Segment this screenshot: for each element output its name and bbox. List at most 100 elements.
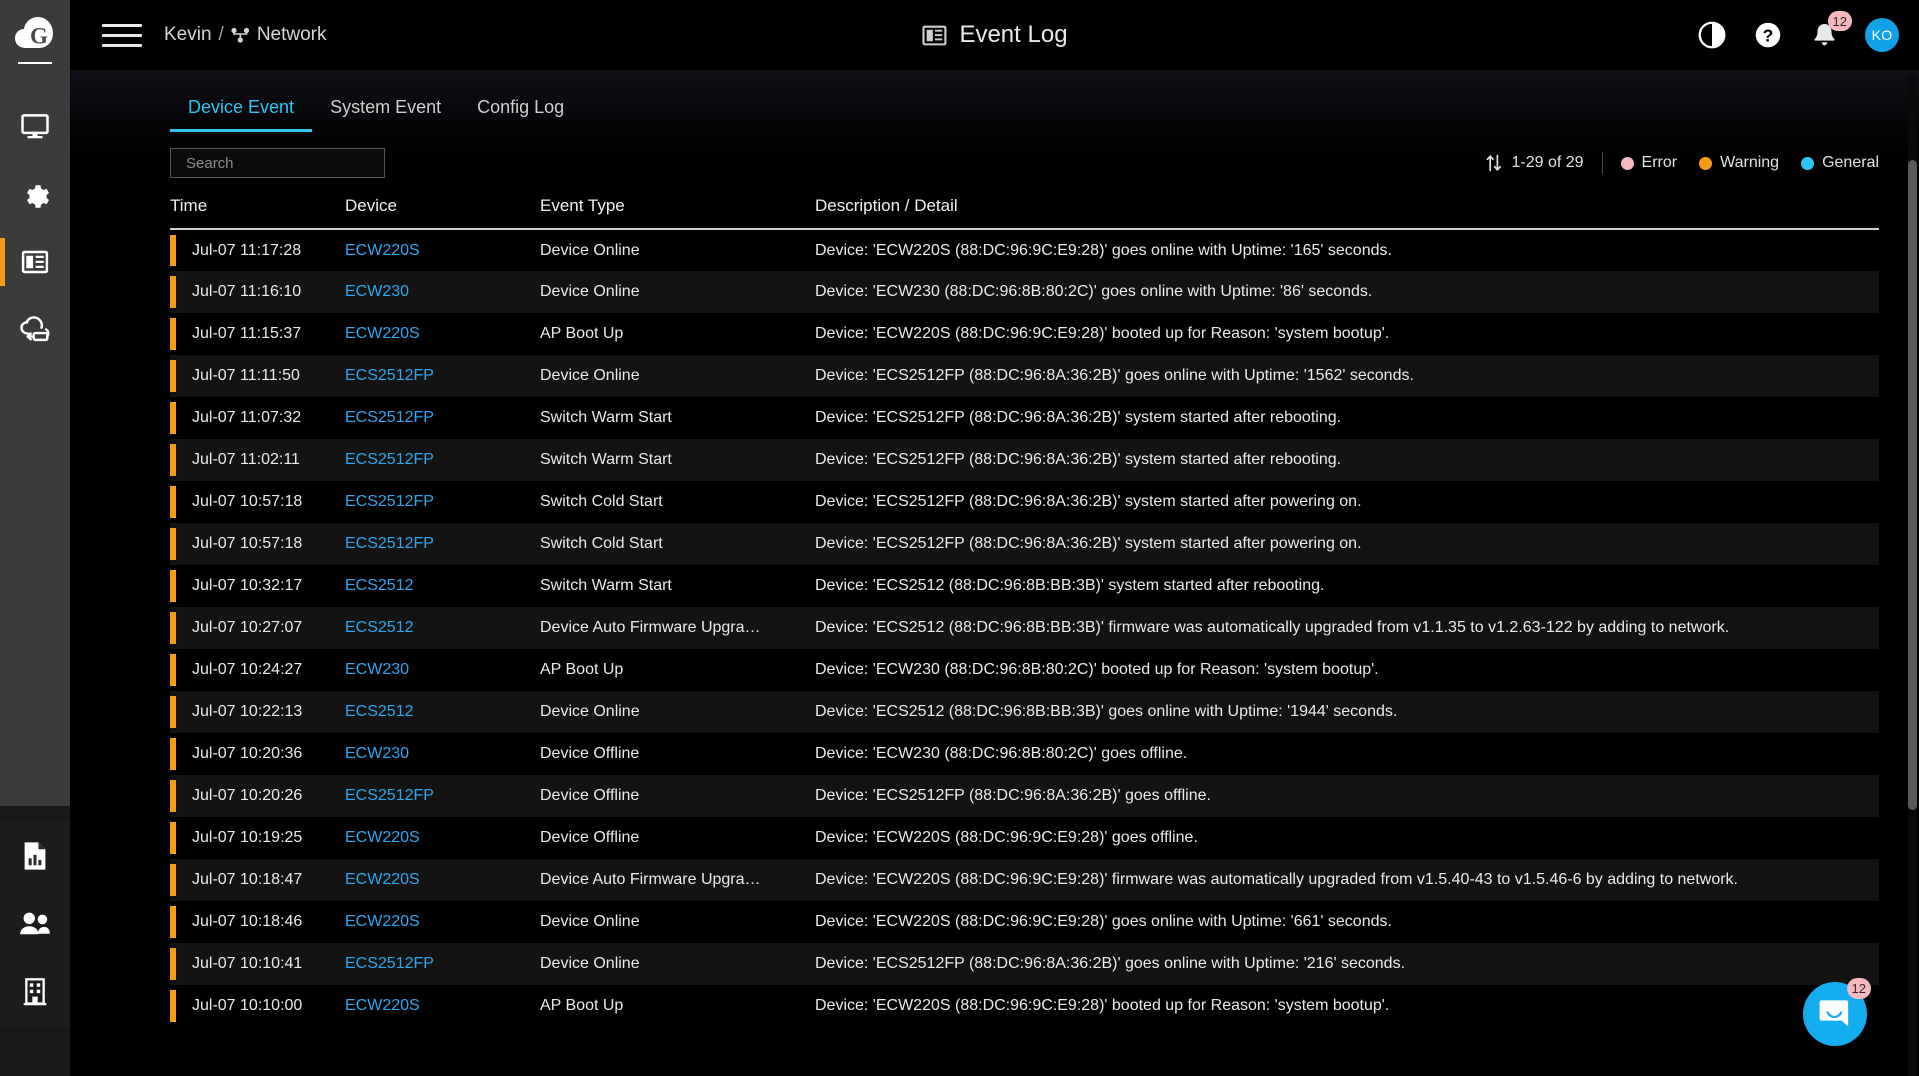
device-link[interactable]: ECW230 [345, 745, 409, 762]
column-header-time[interactable]: Time [170, 188, 345, 230]
cell-time: Jul-07 11:16:10 [170, 271, 345, 313]
contrast-theme-glyph [1698, 21, 1726, 49]
table-row[interactable]: Jul-07 10:24:27 ECW230 AP Boot Up Device: '… [170, 649, 1879, 691]
table-row[interactable]: Jul-07 10:32:17 ECS2512 Switch Warm Start D… [170, 565, 1879, 607]
cell-description: Device: 'ECS2512FP (88:DC:96:8A:36:2B)' … [815, 535, 1362, 552]
device-link[interactable]: ECW230 [345, 283, 409, 300]
column-header-device[interactable]: Device [345, 188, 540, 230]
table-row[interactable]: Jul-07 10:57:18 ECS2512FP Switch Cold Star… [170, 523, 1879, 565]
bell-icon[interactable]: 12 [1809, 11, 1852, 50]
device-link[interactable]: ECW220S [345, 997, 420, 1014]
event-table-head: Time Device Event Type Description / Det… [170, 188, 1879, 230]
help-circle-icon[interactable]: ? [1753, 20, 1783, 50]
device-link[interactable]: ECS2512FP [345, 409, 434, 426]
sidebar-item-organization[interactable] [0, 958, 70, 1026]
device-link[interactable]: ECS2512FP [345, 535, 434, 552]
sort-updown-icon[interactable] [1486, 154, 1502, 172]
table-row[interactable]: Jul-07 11:16:10 ECW230 Device Online Device… [170, 271, 1879, 313]
table-row[interactable]: Jul-07 10:10:00 ECW220S AP Boot Up Device: … [170, 985, 1879, 1027]
bell-badge: 12 [1827, 11, 1852, 31]
cell-device: ECW220S [345, 985, 540, 1027]
breadcrumb: Kevin / Network [164, 24, 327, 46]
device-link[interactable]: ECS2512FP [345, 493, 434, 510]
device-link[interactable]: ECW220S [345, 325, 420, 342]
table-row[interactable]: Jul-07 10:20:26 ECS2512FP Device Offline De… [170, 775, 1879, 817]
table-row[interactable]: Jul-07 11:07:32 ECS2512FP Switch Warm Star… [170, 397, 1879, 439]
cell-time: Jul-07 11:07:32 [170, 397, 345, 439]
cell-description: Device: 'ECW220S (88:DC:96:9C:E9:28)' bo… [815, 997, 1390, 1014]
device-link[interactable]: ECS2512FP [345, 451, 434, 468]
cell-description: Device: 'ECS2512 (88:DC:96:8B:BB:3B)' go… [815, 703, 1398, 720]
table-row[interactable]: Jul-07 10:27:07 ECS2512 Device Auto Firmwa… [170, 607, 1879, 649]
search-input[interactable] [186, 154, 385, 172]
cell-time: Jul-07 10:19:25 [170, 817, 345, 859]
table-header-row: Time Device Event Type Description / Det… [170, 188, 1879, 230]
device-link[interactable]: ECS2512FP [345, 787, 434, 804]
event-log-icon [921, 25, 946, 45]
legend-warning-dot [1699, 156, 1713, 170]
cell-time: Jul-07 10:27:07 [170, 607, 345, 649]
device-link[interactable]: ECS2512 [345, 703, 414, 720]
table-row[interactable]: Jul-07 11:02:11 ECS2512FP Switch Warm Star… [170, 439, 1879, 481]
monitor-icon [21, 114, 49, 139]
sidebar-item-settings[interactable] [0, 160, 70, 228]
device-link[interactable]: ECS2512FP [345, 367, 434, 384]
table-row[interactable]: Jul-07 10:18:46 ECW220S Device Online Devic… [170, 901, 1879, 943]
breadcrumb-user[interactable]: Kevin [164, 24, 212, 46]
cell-time: Jul-07 10:57:18 [170, 523, 345, 565]
avatar[interactable]: KO [1865, 18, 1899, 52]
table-row[interactable]: Jul-07 10:22:13 ECS2512 Device Online Devic… [170, 691, 1879, 733]
table-row[interactable]: Jul-07 10:18:47 ECW220S Device Auto Firmwa… [170, 859, 1879, 901]
column-header-description[interactable]: Description / Detail [815, 188, 1879, 230]
cell-description: Device: 'ECS2512FP (88:DC:96:8A:36:2B)' … [815, 409, 1342, 426]
cell-event-type: Device Online [540, 703, 640, 720]
sidebar-item-dashboard[interactable] [0, 92, 70, 160]
page-title-text: Event Log [959, 21, 1068, 48]
sidebar-item-report[interactable] [0, 822, 70, 890]
device-link[interactable]: ECW220S [345, 913, 420, 930]
table-row[interactable]: Jul-07 11:17:28 ECW220S Device Online Devic… [170, 229, 1879, 271]
breadcrumb-network[interactable]: Network [257, 24, 327, 46]
device-link[interactable]: ECS2512 [345, 577, 414, 594]
vertical-scrollbar[interactable] [1908, 74, 1917, 1076]
tab-bar: Device Event System Event Config Log [70, 70, 1919, 132]
content-area: Device Event System Event Config Log Sea… [70, 70, 1919, 1076]
sidebar-item-users[interactable] [0, 890, 70, 958]
device-link[interactable]: ECW220S [345, 242, 420, 259]
device-link[interactable]: ECS2512FP [345, 955, 434, 972]
table-row[interactable]: Jul-07 10:57:18 ECS2512FP Switch Cold Star… [170, 481, 1879, 523]
cloud-sync-icon [20, 316, 50, 342]
cell-device: ECW220S [345, 313, 540, 355]
tab-device-event[interactable]: Device Event [170, 97, 313, 132]
scrollbar-thumb[interactable] [1908, 160, 1917, 810]
column-header-event-type[interactable]: Event Type [540, 188, 815, 230]
table-row[interactable]: Jul-07 11:15:37 ECW220S AP Boot Up Device: … [170, 313, 1879, 355]
contrast-theme-icon[interactable] [1697, 20, 1727, 50]
device-link[interactable]: ECW220S [345, 871, 420, 888]
cell-device: ECW220S [345, 229, 540, 271]
gear-icon [27, 185, 49, 208]
breadcrumb-separator: / [218, 24, 224, 45]
cell-time: Jul-07 10:32:17 [170, 565, 345, 607]
tab-config-log[interactable]: Config Log [459, 97, 582, 132]
table-row[interactable]: Jul-07 10:19:25 ECW220S Device Offline Devi… [170, 817, 1879, 859]
table-row[interactable]: Jul-07 11:11:50 ECS2512FP Device Online Dev… [170, 355, 1879, 397]
cell-description: Device: 'ECS2512FP (88:DC:96:8A:36:2B)' … [815, 955, 1406, 972]
device-link[interactable]: ECS2512 [345, 619, 414, 636]
device-link[interactable]: ECW220S [345, 829, 420, 846]
hamburger-icon[interactable] [102, 23, 142, 47]
cell-device: ECW230 [345, 733, 540, 775]
sidebar-item-log[interactable] [0, 228, 70, 296]
app-logo[interactable]: G [0, 0, 70, 70]
device-link[interactable]: ECW230 [345, 661, 409, 678]
table-row[interactable]: Jul-07 10:10:41 ECS2512FP Device Online Dev… [170, 943, 1879, 985]
search-box[interactable] [170, 148, 385, 178]
toolbar-right: 1-29 of 29 Error Warning General [1486, 152, 1879, 174]
chat-widget-button[interactable]: 12 [1803, 978, 1871, 1046]
cell-description: Device: 'ECW230 (88:DC:96:8B:80:2C)' goe… [815, 745, 1188, 762]
tab-system-event[interactable]: System Event [312, 97, 459, 132]
legend-error-label: Error [1641, 154, 1678, 171]
legend-general: General [1801, 154, 1879, 172]
sidebar-item-cloud-sync[interactable] [0, 296, 70, 364]
table-row[interactable]: Jul-07 10:20:36 ECW230 Device Offline Devic… [170, 733, 1879, 775]
